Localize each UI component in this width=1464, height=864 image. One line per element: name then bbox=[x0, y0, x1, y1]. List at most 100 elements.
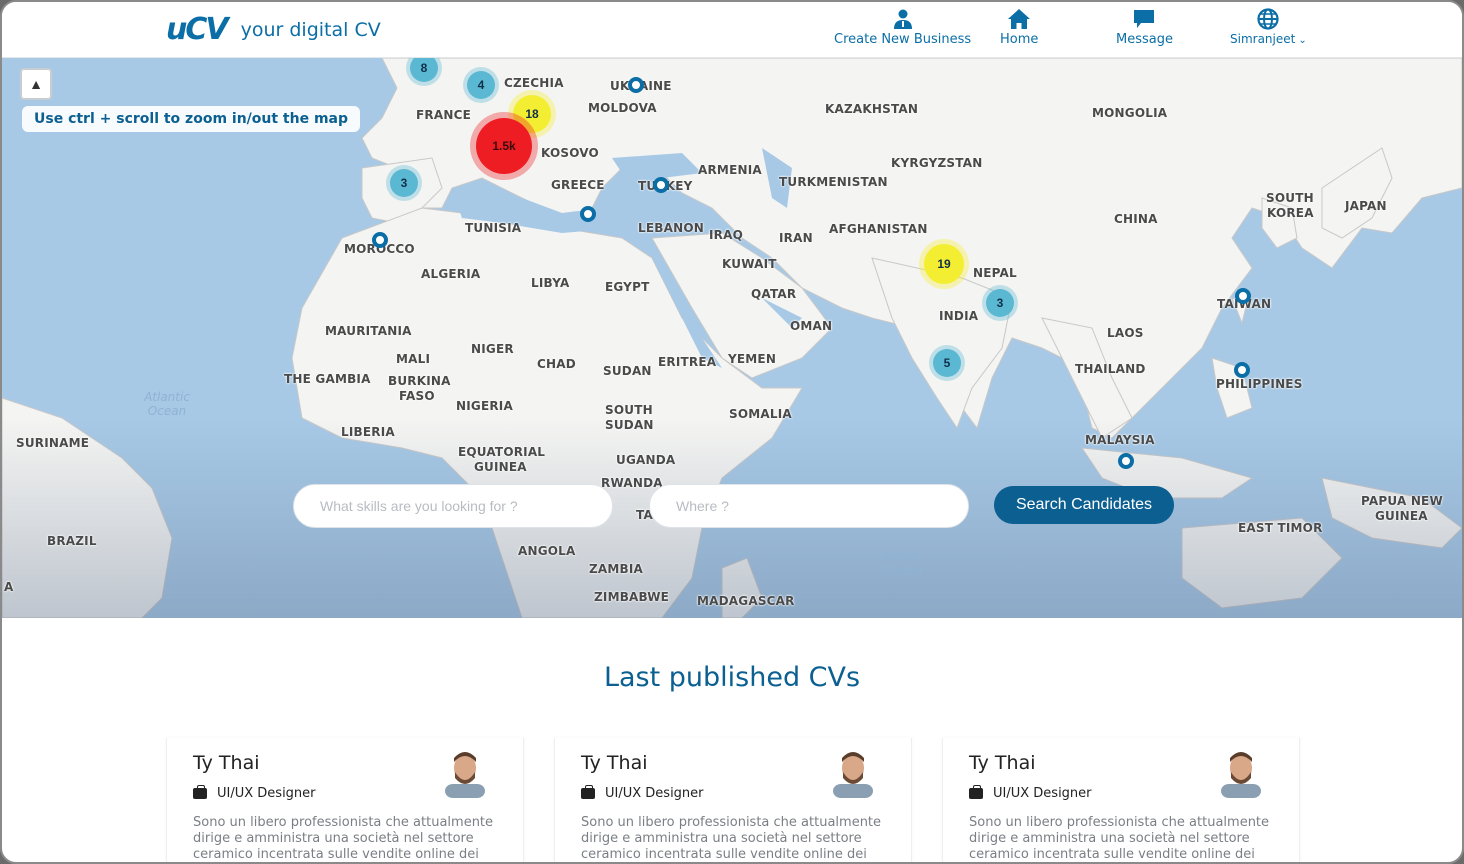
globe-icon bbox=[1257, 8, 1279, 30]
country-label: IRAN bbox=[779, 231, 813, 245]
country-label: TURKMENISTAN bbox=[779, 175, 888, 189]
map-pin-icon[interactable] bbox=[372, 232, 388, 248]
country-label: PHILIPPINES bbox=[1216, 377, 1303, 391]
logo[interactable]: uCV your digital CV bbox=[166, 12, 381, 47]
location-search-input[interactable] bbox=[649, 484, 969, 528]
cv-role-label: UI/UX Designer bbox=[217, 786, 316, 801]
browser-frame: uCV your digital CV Create New Business … bbox=[0, 0, 1464, 864]
country-label: A bbox=[4, 580, 14, 594]
country-label: MAURITANIA bbox=[325, 324, 412, 338]
country-label: MONGOLIA bbox=[1092, 106, 1168, 120]
country-label: ERITREA bbox=[658, 355, 717, 369]
logo-tagline: your digital CV bbox=[240, 18, 381, 41]
country-label: EQUATORIAL bbox=[458, 445, 546, 459]
home-icon bbox=[1008, 9, 1031, 29]
briefcase-icon bbox=[969, 785, 983, 799]
country-label: MALI bbox=[396, 352, 431, 366]
country-label: BRAZIL bbox=[47, 534, 97, 548]
nav-create-business-label: Create New Business bbox=[834, 32, 972, 47]
country-label: AFGHANISTAN bbox=[829, 222, 928, 236]
map-zoom-hint: Use ctrl + scroll to zoom in/out the map bbox=[22, 106, 361, 132]
map-cluster[interactable]: 5 bbox=[933, 349, 961, 377]
cv-description: Sono un libero professionista che attual… bbox=[193, 815, 494, 862]
country-label: YEMEN bbox=[728, 352, 777, 366]
nav-home[interactable]: Home bbox=[1000, 8, 1038, 47]
cv-description: Sono un libero professionista che attual… bbox=[581, 815, 882, 862]
country-label: NIGER bbox=[471, 342, 514, 356]
country-label: SURINAME bbox=[16, 436, 90, 450]
country-label: CHAD bbox=[537, 357, 576, 371]
map-pin-icon[interactable] bbox=[580, 206, 596, 222]
country-label: IRAQ bbox=[709, 228, 743, 242]
map-cluster[interactable]: 19 bbox=[924, 244, 964, 284]
nav-create-business[interactable]: Create New Business bbox=[834, 8, 971, 47]
map-pin-icon[interactable] bbox=[1235, 288, 1251, 304]
country-label: LIBYA bbox=[531, 276, 570, 290]
country-label: SUDAN bbox=[603, 364, 652, 378]
country-label: JAPAN bbox=[1345, 199, 1387, 213]
zoom-reset-button[interactable]: ▲ bbox=[20, 68, 52, 100]
cv-role-label: UI/UX Designer bbox=[605, 786, 704, 801]
country-label: KOSOVO bbox=[541, 146, 599, 160]
country-label: GUINEA bbox=[1375, 509, 1428, 523]
cv-card[interactable]: Ty Thai UI/UX Designer Sono un libero pr… bbox=[554, 738, 912, 862]
country-label: PAPUA NEW bbox=[1361, 494, 1443, 508]
country-label: INDIA bbox=[939, 309, 979, 323]
country-label: KAZAKHSTAN bbox=[825, 102, 919, 116]
country-label: ALGERIA bbox=[421, 267, 481, 281]
country-label: FRANCE bbox=[416, 108, 471, 122]
nav-home-label: Home bbox=[1000, 32, 1039, 47]
country-label: THE GAMBIA bbox=[284, 372, 371, 386]
country-label: RWANDA bbox=[601, 476, 663, 490]
country-label: LIBERIA bbox=[341, 425, 395, 439]
section-title: Last published CVs bbox=[603, 662, 861, 693]
country-label: SUDAN bbox=[605, 418, 654, 432]
country-label: LAOS bbox=[1107, 326, 1144, 340]
map-cluster[interactable]: 1.5k bbox=[476, 118, 532, 174]
country-label: THAILAND bbox=[1075, 362, 1146, 376]
nav-message-label: Message bbox=[1116, 32, 1173, 47]
avatar bbox=[1221, 752, 1261, 798]
map-cluster[interactable]: 3 bbox=[986, 289, 1014, 317]
country-label: MOLDOVA bbox=[588, 101, 657, 115]
country-label: BURKINA bbox=[388, 374, 451, 388]
country-label: NEPAL bbox=[973, 266, 1017, 280]
country-label: QATAR bbox=[751, 287, 797, 301]
country-label: OMAN bbox=[790, 319, 833, 333]
nav-user-label: Simranjeet bbox=[1230, 32, 1296, 46]
nav-message[interactable]: Message bbox=[1116, 8, 1173, 47]
cv-card[interactable]: Ty Thai UI/UX Designer Sono un libero pr… bbox=[942, 738, 1300, 862]
chevron-down-icon: ⌄ bbox=[1298, 35, 1307, 46]
map-pin-icon[interactable] bbox=[628, 77, 644, 93]
country-label: KYRGYZSTAN bbox=[891, 156, 983, 170]
map-cluster[interactable]: 4 bbox=[467, 71, 495, 99]
map-pin-icon[interactable] bbox=[1234, 362, 1250, 378]
country-label: ARMENIA bbox=[698, 163, 762, 177]
nav-user-menu[interactable]: Simranjeet ⌄ bbox=[1230, 8, 1307, 47]
arrow-up-icon: ▲ bbox=[29, 76, 43, 92]
candidates-map[interactable]: ▲ Use ctrl + scroll to zoom in/out the m… bbox=[2, 58, 1462, 618]
country-label: CZECHIA bbox=[504, 76, 564, 90]
country-label: EGYPT bbox=[605, 280, 650, 294]
country-label: CHINA bbox=[1114, 212, 1158, 226]
country-label: TUNISIA bbox=[465, 221, 522, 235]
skills-search-input[interactable] bbox=[293, 484, 613, 528]
country-label: EAST TIMOR bbox=[1238, 521, 1323, 535]
search-candidates-button[interactable]: Search Candidates bbox=[994, 486, 1174, 524]
map-pin-icon[interactable] bbox=[1118, 453, 1134, 469]
country-label: SOUTH bbox=[605, 403, 653, 417]
ocean-label: Indian Ocean bbox=[883, 550, 923, 578]
country-label: MALAYSIA bbox=[1085, 433, 1155, 447]
map-cluster[interactable]: 3 bbox=[390, 169, 418, 197]
country-label: ZAMBIA bbox=[589, 562, 644, 576]
top-header: uCV your digital CV Create New Business … bbox=[2, 2, 1462, 58]
country-label: GUINEA bbox=[474, 460, 527, 474]
cv-card[interactable]: Ty Thai UI/UX Designer Sono un libero pr… bbox=[166, 738, 524, 862]
country-label: ZIMBABWE bbox=[594, 590, 670, 604]
avatar bbox=[833, 752, 873, 798]
cv-description: Sono un libero professionista che attual… bbox=[969, 815, 1270, 862]
country-label: GREECE bbox=[551, 178, 605, 192]
map-pin-icon[interactable] bbox=[653, 177, 669, 193]
logo-mark: uCV bbox=[166, 12, 229, 47]
country-label: SOUTH bbox=[1266, 191, 1314, 205]
